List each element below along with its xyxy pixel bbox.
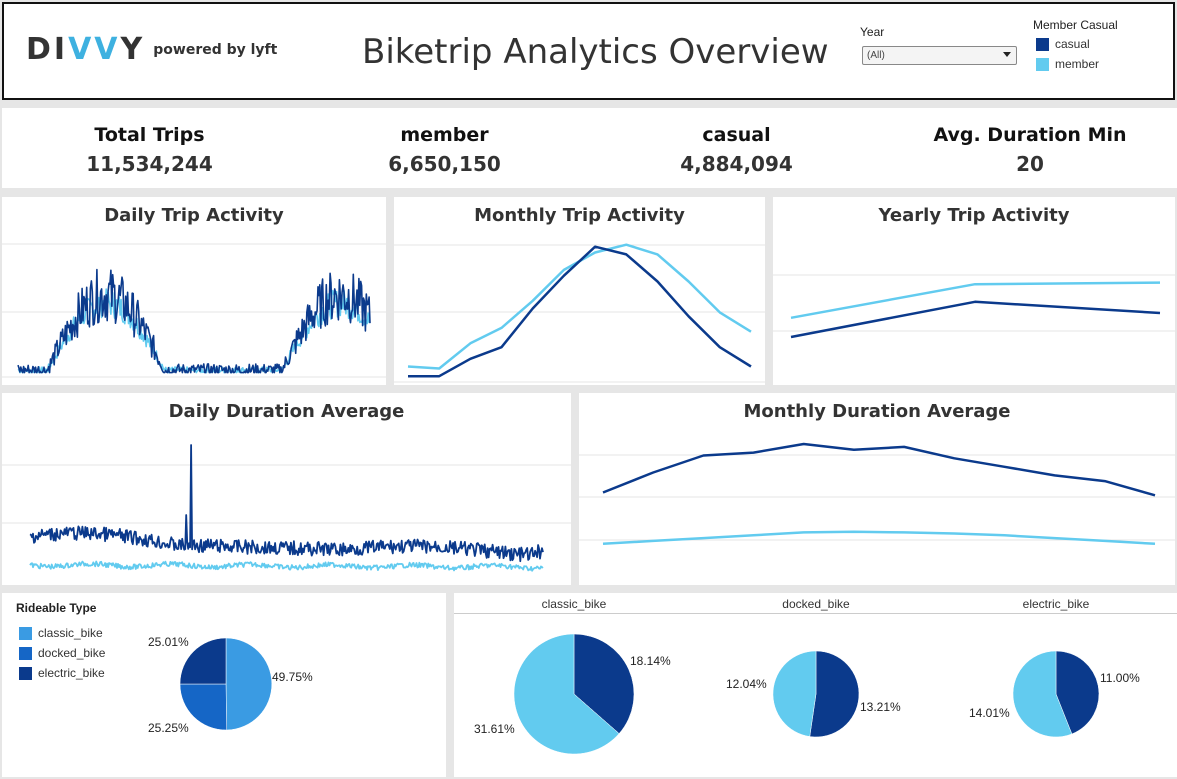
pie-percent-label: 49.75% — [272, 670, 313, 684]
daily-duration-chart[interactable] — [2, 433, 571, 585]
page-title: Biketrip Analytics Overview — [362, 32, 829, 72]
logo-letter: I — [53, 32, 69, 67]
kpi-label: Total Trips — [94, 124, 205, 146]
daily-trip-panel: Daily Trip Activity — [2, 197, 386, 385]
year-filter-select[interactable]: (All) — [862, 46, 1017, 65]
docked-pie-slice-1 — [772, 650, 817, 737]
kpi-casual: casual 4,884,094 — [629, 124, 844, 176]
monthly-duration-svg — [579, 442, 1175, 546]
rideable-pie-slice-0 — [225, 637, 273, 731]
member-pies-svg: 18.14% 31.61% 13.21% 12.04% 11.00% 14.01% — [474, 633, 1140, 755]
casual-swatch — [1036, 37, 1049, 51]
logo-letter: V — [94, 32, 121, 67]
kpi-member: member 6,650,150 — [337, 124, 552, 176]
pie-percent-label: 25.01% — [148, 635, 189, 649]
casual-line — [408, 245, 752, 378]
member-casual-legend-title: Member Casual — [1033, 18, 1118, 32]
monthly-duration-chart[interactable] — [579, 433, 1175, 585]
chart-title: Daily Duration Average — [2, 393, 571, 431]
logo-letter: V — [68, 32, 95, 67]
daily-trip-svg — [2, 243, 386, 378]
pie-percent-label: 18.14% — [630, 654, 671, 668]
member-line — [29, 560, 544, 572]
daily-duration-panel: Daily Duration Average — [2, 393, 571, 585]
kpi-value: 6,650,150 — [388, 152, 501, 176]
legend-item-member[interactable]: member — [1036, 57, 1099, 71]
kpi-label: Avg. Duration Min — [933, 124, 1127, 146]
chart-title: Daily Trip Activity — [2, 197, 386, 235]
yearly-trip-panel: Yearly Trip Activity — [773, 197, 1175, 385]
kpi-panel: Total Trips 11,534,244 member 6,650,150 … — [2, 108, 1177, 188]
year-filter-value: (All) — [867, 50, 885, 61]
legend-item-casual[interactable]: casual — [1036, 37, 1090, 51]
pie-percent-label: 31.61% — [474, 722, 515, 736]
pie-percent-label: 12.04% — [726, 677, 767, 691]
logo-word: DIVVY — [26, 32, 145, 67]
pie-percent-label: 13.21% — [860, 700, 901, 714]
pie-percent-label: 11.00% — [1100, 671, 1140, 685]
member-swatch — [1036, 57, 1049, 71]
daily-trip-chart[interactable] — [2, 237, 386, 385]
rideable-type-panel: Rideable Type classic_bike docked_bike e… — [2, 593, 446, 777]
logo-letter: D — [26, 32, 54, 67]
year-filter-label: Year — [860, 25, 885, 39]
logo-powered-by: powered by lyft — [153, 41, 278, 58]
kpi-value: 11,534,244 — [86, 152, 213, 176]
divvy-logo: DIVVY powered by lyft — [26, 32, 277, 67]
chevron-down-icon — [1003, 52, 1011, 57]
kpi-label: member — [400, 124, 489, 146]
kpi-total-trips: Total Trips 11,534,244 — [42, 124, 257, 176]
monthly-trip-panel: Monthly Trip Activity — [394, 197, 765, 385]
yearly-trip-chart[interactable] — [773, 237, 1175, 385]
yearly-trip-svg — [773, 274, 1175, 339]
docked-pie-slice-0 — [809, 650, 860, 738]
header-panel: DIVVY powered by lyft Biketrip Analytics… — [2, 2, 1175, 100]
chart-title: Monthly Trip Activity — [394, 197, 765, 235]
monthly-trip-svg — [394, 243, 765, 383]
member-line — [407, 243, 752, 370]
pie-percent-label: 25.25% — [148, 721, 189, 735]
bike-member-pies-panel: classic_bike docked_bike electric_bike 1… — [454, 593, 1177, 777]
chart-title: Yearly Trip Activity — [773, 197, 1175, 235]
legend-label-member: member — [1055, 57, 1100, 71]
kpi-avg-duration: Avg. Duration Min 20 — [920, 124, 1140, 176]
daily-duration-svg — [2, 444, 571, 572]
pie-percent-label: 14.01% — [969, 706, 1010, 720]
casual-line — [29, 444, 544, 563]
monthly-trip-chart[interactable] — [394, 237, 765, 385]
rideable-pie-svg: 49.75% 25.25% 25.01% — [148, 635, 313, 735]
legend-label-casual: casual — [1055, 37, 1090, 51]
kpi-value: 4,884,094 — [680, 152, 793, 176]
kpi-value: 20 — [1016, 152, 1044, 176]
member-line — [602, 530, 1156, 546]
casual-line — [602, 442, 1156, 497]
monthly-duration-panel: Monthly Duration Average — [579, 393, 1175, 585]
logo-letter: Y — [120, 32, 146, 67]
chart-title: Monthly Duration Average — [579, 393, 1175, 431]
member-line — [790, 281, 1161, 320]
kpi-label: casual — [702, 124, 771, 146]
